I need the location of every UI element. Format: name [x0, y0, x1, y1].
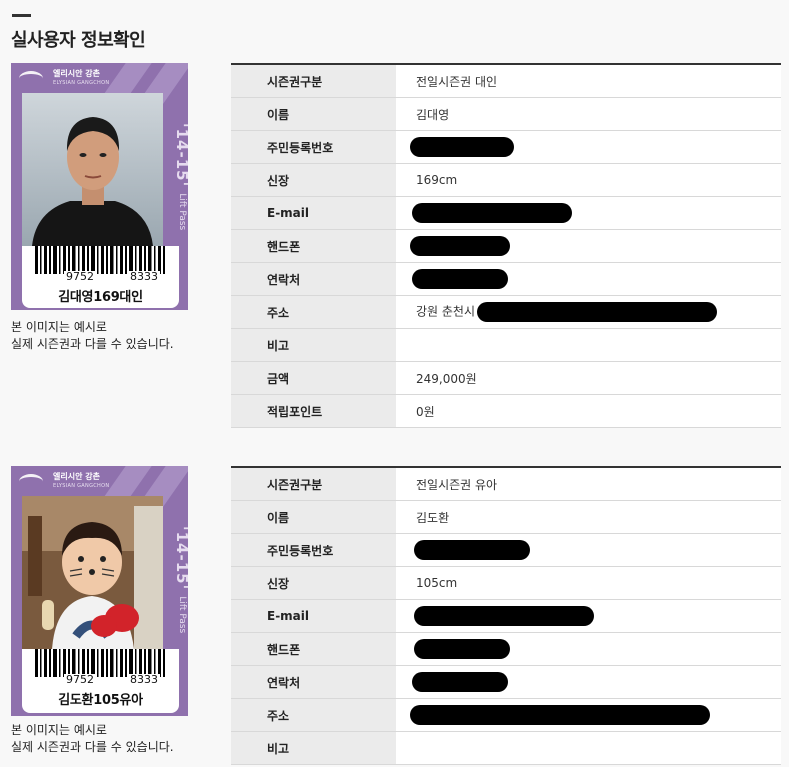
barcode-area: 9752 8333 김대영169대인	[22, 246, 179, 308]
barcode-number-left: 9752	[64, 673, 96, 686]
info-row-email: E-mail	[231, 599, 781, 633]
image-notice: 본 이미지는 예시로 실제 시즌권과 다를 수 있습니다.	[11, 723, 174, 754]
info-row-amount: 금액 249,000원	[231, 361, 781, 395]
info-row-phone: 핸드폰	[231, 229, 781, 263]
brand-name: 엘리시안 강촌	[53, 472, 100, 481]
image-notice: 본 이미지는 예시로 실제 시즌권과 다를 수 있습니다.	[11, 320, 174, 351]
brand-name-en: ELYSIAN GANGCHON	[53, 80, 110, 86]
season-pass-card: 엘리시안 강촌 ELYSIAN GANGCHON '14-15' Lift Pa…	[11, 466, 188, 716]
redaction-mark	[414, 606, 594, 626]
redaction-mark	[477, 302, 718, 322]
info-row-points: 적립포인트 0원	[231, 394, 781, 428]
info-row-address: 주소 강원 춘천시	[231, 295, 781, 329]
season-pass-card: 엘리시안 강촌 ELYSIAN GANGCHON '14-15' Lift Pa…	[11, 63, 188, 310]
season-label: '14-15' Lift Pass	[173, 526, 188, 634]
info-row-season-type: 시즌권구분 전일시즌권 대인	[231, 64, 781, 98]
info-row-phone: 핸드폰	[231, 632, 781, 666]
redaction-mark	[414, 540, 530, 560]
info-row-resident-no: 주민등록번호	[231, 533, 781, 567]
info-row-resident-no: 주민등록번호	[231, 130, 781, 164]
info-row-name: 이름 김도환	[231, 500, 781, 534]
info-row-contact: 연락처	[231, 262, 781, 296]
barcode-number-right: 8333	[128, 673, 160, 686]
info-row-remark: 비고	[231, 731, 781, 765]
redaction-mark	[414, 639, 510, 659]
redaction-mark	[410, 705, 710, 725]
holder-photo	[22, 93, 163, 246]
info-row-season-type: 시즌권구분 전일시즌권 유아	[231, 467, 781, 501]
brand-logo-icon	[19, 474, 43, 489]
brand-name: 엘리시안 강촌	[53, 69, 100, 78]
info-row-email: E-mail	[231, 196, 781, 230]
barcode-area: 9752 8333 김도환105유아	[22, 649, 179, 713]
redaction-mark	[412, 203, 572, 223]
season-label: '14-15' Lift Pass	[173, 123, 188, 231]
info-row-address: 주소	[231, 698, 781, 732]
holder-photo	[22, 496, 163, 649]
card-holder-name: 김도환105유아	[58, 693, 143, 708]
info-row-height: 신장 105cm	[231, 566, 781, 600]
card-holder-name: 김대영169대인	[58, 290, 143, 305]
user-info-table: 시즌권구분 전일시즌권 대인 이름 김대영 주민등록번호 신장 169cm E-mai…	[231, 63, 781, 428]
info-row-name: 이름 김대영	[231, 97, 781, 131]
user-info-table: 시즌권구분 전일시즌권 유아 이름 김도환 주민등록번호 신장 105cm E-mai…	[231, 466, 781, 765]
redaction-mark	[410, 236, 510, 256]
barcode-number-right: 8333	[128, 270, 160, 283]
brand-logo-icon	[19, 71, 43, 86]
barcode-number-left: 9752	[64, 270, 96, 283]
redaction-mark	[410, 137, 514, 157]
redaction-mark	[412, 269, 508, 289]
brand-name-en: ELYSIAN GANGCHON	[53, 483, 110, 489]
info-row-remark: 비고	[231, 328, 781, 362]
page-title: 실사용자 정보확인	[11, 30, 146, 51]
redaction-mark	[412, 672, 508, 692]
info-row-height: 신장 169cm	[231, 163, 781, 197]
address-text: 강원 춘천시	[416, 304, 476, 319]
info-row-contact: 연락처	[231, 665, 781, 699]
title-accent-bar	[12, 14, 31, 17]
